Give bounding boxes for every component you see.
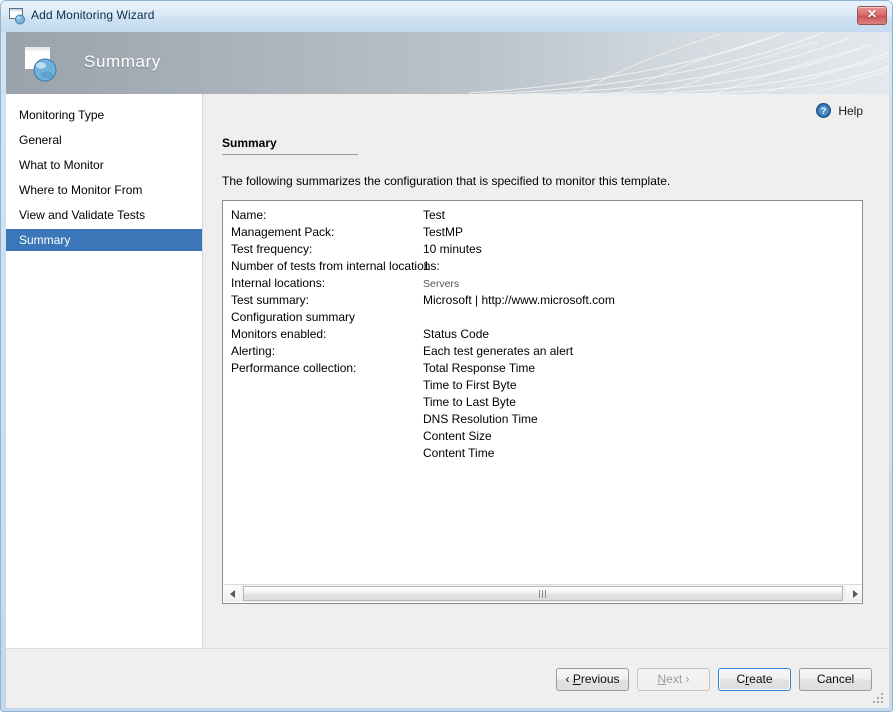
banner-title: Summary — [84, 52, 161, 71]
summary-row: DNS Resolution Time — [223, 411, 862, 428]
scrollbar-grip-icon — [539, 590, 548, 598]
wizard-window: Add Monitoring Wizard ✕ Summary Monitori… — [0, 0, 893, 712]
sidebar-item-what-to-monitor[interactable]: What to Monitor — [6, 154, 202, 176]
scroll-left-arrow-icon[interactable] — [224, 585, 241, 602]
summary-row: Management Pack: TestMP — [223, 224, 862, 241]
summary-row-label: Configuration summary — [231, 310, 356, 324]
resize-grip-icon[interactable] — [873, 693, 885, 705]
summary-row-value: 10 minutes — [423, 242, 482, 256]
wizard-banner: Summary — [6, 32, 889, 94]
banner-mesh-decoration — [469, 32, 889, 94]
summary-row-label: Internal locations: — [231, 276, 326, 290]
summary-row-value: Microsoft | http://www.microsoft.com — [423, 293, 615, 307]
summary-row: Internal locations: Servers — [223, 275, 862, 292]
summary-row: Name: Test — [223, 207, 862, 224]
summary-row: Configuration summary — [223, 309, 862, 326]
summary-row-label: Monitors enabled: — [231, 327, 327, 341]
sidebar-item-view-validate-tests[interactable]: View and Validate Tests — [6, 204, 202, 226]
summary-row: Time to First Byte — [223, 377, 862, 394]
summary-row-label: Alerting: — [231, 344, 276, 358]
summary-row: Test summary: Microsoft | http://www.mic… — [223, 292, 862, 309]
scrollbar-thumb[interactable] — [243, 586, 843, 601]
summary-row: Content Size — [223, 428, 862, 445]
previous-button[interactable]: ‹ Previous — [556, 668, 629, 691]
summary-row-value: Time to Last Byte — [423, 395, 516, 409]
summary-row: Alerting: Each test generates an alert — [223, 343, 862, 360]
summary-row-value: Test — [423, 208, 446, 222]
summary-row-label: Management Pack: — [231, 225, 335, 239]
sidebar-item-where-to-monitor[interactable]: Where to Monitor From — [6, 179, 202, 201]
intro-text: The following summarizes the configurati… — [222, 174, 671, 188]
close-button[interactable]: ✕ — [857, 6, 887, 25]
wizard-content-panel: ? Help Summary The following summarizes … — [203, 94, 889, 648]
summary-row-value: TestMP — [423, 225, 464, 239]
window-title: Add Monitoring Wizard — [31, 8, 155, 22]
summary-row: Time to Last Byte — [223, 394, 862, 411]
summary-row: Content Time — [223, 445, 862, 462]
page-title: Summary — [222, 136, 277, 150]
summary-details-box: Name: Test Management Pack: TestMP Test … — [222, 200, 863, 604]
summary-row: Monitors enabled: Status Code — [223, 326, 862, 343]
summary-row-label: Performance collection: — [231, 361, 357, 375]
page-title-rule — [222, 154, 358, 155]
title-bar: Add Monitoring Wizard ✕ — [1, 1, 892, 32]
summary-row-value: Content Time — [423, 446, 495, 460]
summary-row-value: Servers — [423, 278, 460, 290]
help-link[interactable]: Help — [838, 102, 863, 120]
next-button[interactable]: Next › — [637, 668, 710, 691]
page-globe-icon — [20, 42, 64, 86]
cancel-button[interactable]: Cancel — [799, 668, 872, 691]
svg-text:?: ? — [821, 106, 827, 116]
summary-row-label: Name: — [231, 208, 267, 222]
summary-row: Test frequency: 10 minutes — [223, 241, 862, 258]
summary-details-list: Name: Test Management Pack: TestMP Test … — [223, 201, 862, 584]
help-question-icon[interactable]: ? — [816, 103, 831, 118]
summary-row-value: Each test generates an alert — [423, 344, 574, 358]
summary-row-value: Time to First Byte — [423, 378, 517, 392]
summary-row-value: 1 — [423, 259, 430, 273]
create-button[interactable]: Create — [718, 668, 791, 691]
wizard-footer: ‹ Previous Next › Create Cancel — [6, 648, 889, 708]
summary-row: Number of tests from internal locations:… — [223, 258, 862, 275]
summary-row-label: Test summary: — [231, 293, 310, 307]
close-icon: ✕ — [866, 7, 878, 21]
horizontal-scrollbar[interactable] — [224, 584, 862, 602]
summary-row: Performance collection: Total Response T… — [223, 360, 862, 377]
wizard-window-icon — [9, 8, 27, 25]
scroll-right-arrow-icon[interactable] — [846, 585, 862, 602]
summary-row-label: Number of tests from internal locations: — [231, 259, 440, 273]
summary-row-label: Test frequency: — [231, 242, 313, 256]
sidebar-item-monitoring-type[interactable]: Monitoring Type — [6, 104, 202, 126]
sidebar-item-general[interactable]: General — [6, 129, 202, 151]
sidebar-item-summary[interactable]: Summary — [6, 229, 202, 251]
summary-row-value: Content Size — [423, 429, 492, 443]
summary-row-value: DNS Resolution Time — [423, 412, 538, 426]
summary-row-value: Status Code — [423, 327, 490, 341]
summary-row-value: Total Response Time — [423, 361, 536, 375]
wizard-step-nav: Monitoring Type General What to Monitor … — [6, 94, 203, 648]
